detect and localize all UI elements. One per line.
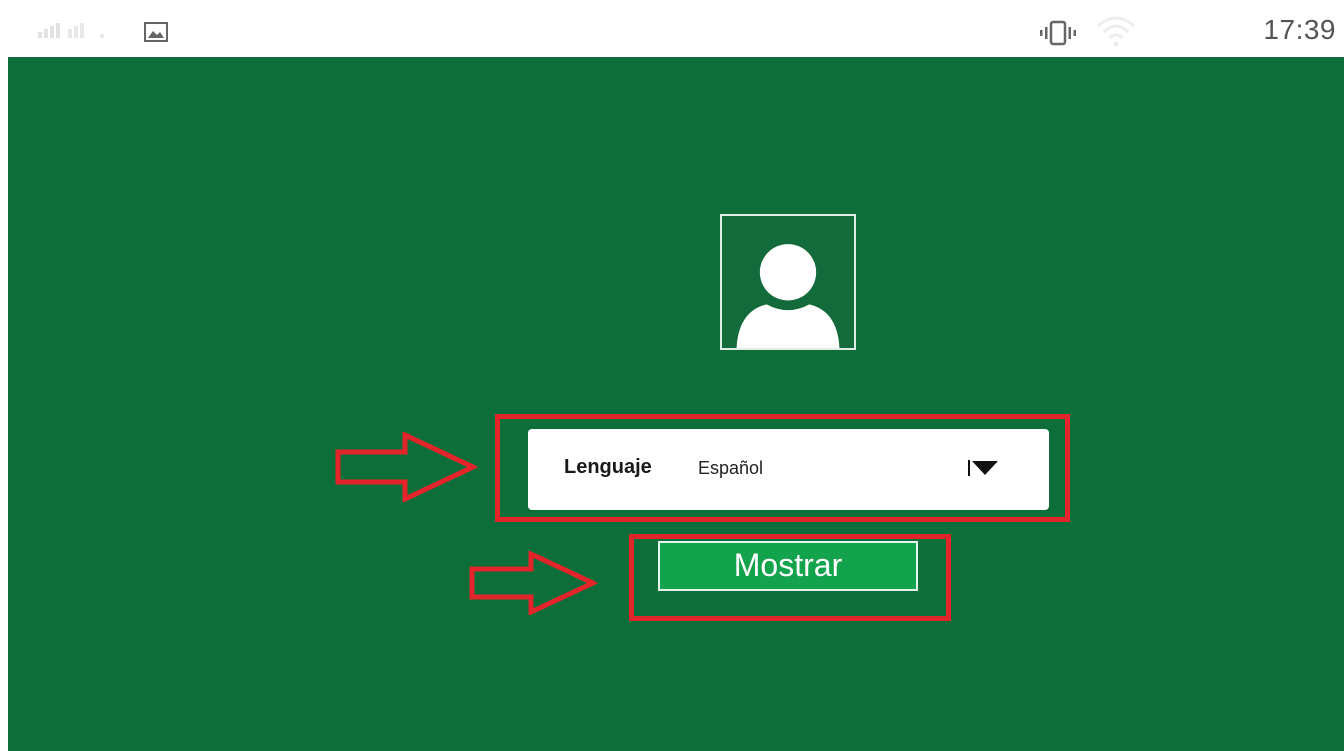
image-icon <box>144 22 168 42</box>
wifi-icon <box>1097 16 1135 47</box>
language-label: Lenguaje <box>564 456 652 478</box>
app-screen: Lenguaje Español Mostrar <box>8 57 1344 751</box>
show-button[interactable]: Mostrar <box>658 541 918 591</box>
user-avatar-icon <box>720 214 856 350</box>
signal-icon <box>38 23 104 38</box>
triangle-down-icon[interactable] <box>968 460 1002 476</box>
language-selected-value[interactable]: Español <box>698 458 763 479</box>
status-time: 17:39 <box>1263 14 1336 45</box>
vibrate-icon <box>1040 20 1076 46</box>
annotation-arrow-icon <box>469 551 597 615</box>
language-selector[interactable]: Lenguaje Español <box>528 429 1049 510</box>
annotation-arrow-icon <box>335 432 477 502</box>
status-bar: 17:39 <box>0 0 1344 57</box>
